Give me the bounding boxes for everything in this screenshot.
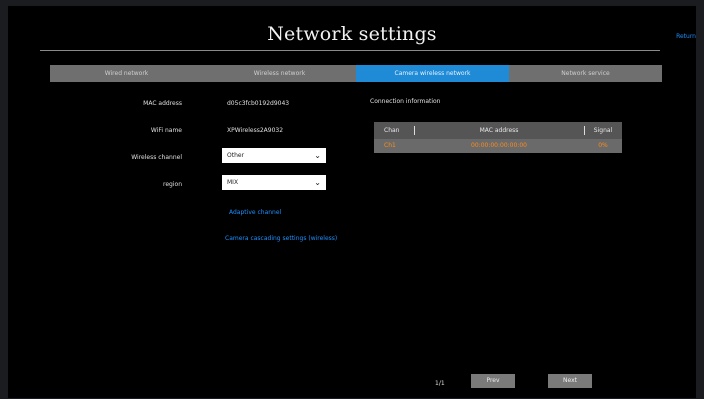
adaptive-channel-link[interactable]: Adaptive channel <box>229 209 281 216</box>
wireless-channel-value: Other <box>227 152 245 159</box>
tab-bar: Wired network Wireless network Camera wi… <box>50 65 662 82</box>
column-header-signal-label: Signal <box>593 127 613 134</box>
wifi-name-label: WiFi name <box>150 127 182 134</box>
page-indicator: 1/1 <box>435 380 445 387</box>
column-header-mac-label: MAC address <box>479 127 519 134</box>
column-header-signal: Signal <box>584 122 622 139</box>
connection-table: Chan MAC address Signal Ch1 00:00:00:00:… <box>374 122 622 153</box>
tab-camera-wireless-network[interactable]: Camera wireless network <box>356 65 509 82</box>
wifi-name-value: XPWireless2A9032 <box>227 127 284 134</box>
column-header-chan: Chan <box>384 127 400 134</box>
cell-signal: 0% <box>598 142 608 149</box>
region-label: region <box>163 181 182 188</box>
tab-wireless-network[interactable]: Wireless network <box>203 65 356 82</box>
cell-mac: 00:00:00:00:00:00 <box>471 142 527 149</box>
chevron-down-icon: ⌄ <box>314 151 321 160</box>
tab-network-service[interactable]: Network service <box>509 65 662 82</box>
camera-cascading-settings-link[interactable]: Camera cascading settings (wireless) <box>225 235 337 242</box>
cell-chan: Ch1 <box>384 142 396 149</box>
table-header: Chan MAC address Signal <box>374 122 622 139</box>
region-select[interactable]: MIX ⌄ <box>222 175 326 190</box>
wireless-channel-select[interactable]: Other ⌄ <box>222 148 326 163</box>
prev-button[interactable]: Prev <box>471 374 515 388</box>
chevron-down-icon: ⌄ <box>314 178 321 187</box>
column-separator <box>414 126 415 135</box>
wireless-channel-label: Wireless channel <box>131 154 182 161</box>
page-title: Network settings <box>267 23 437 45</box>
title-divider <box>40 50 660 51</box>
mac-address-value: d05c3fcb0192d9043 <box>227 100 290 107</box>
table-row[interactable]: Ch1 00:00:00:00:00:00 0% <box>374 139 622 153</box>
column-separator <box>584 126 585 135</box>
return-link[interactable]: Return <box>676 33 696 40</box>
next-button[interactable]: Next <box>548 374 592 388</box>
region-value: MIX <box>227 179 239 186</box>
tab-wired-network[interactable]: Wired network <box>50 65 203 82</box>
connection-info-title: Connection information <box>370 98 441 105</box>
column-header-mac: MAC address <box>414 122 584 139</box>
screen: Network settings Return Wired network Wi… <box>8 6 696 398</box>
mac-address-label: MAC address <box>143 100 182 107</box>
